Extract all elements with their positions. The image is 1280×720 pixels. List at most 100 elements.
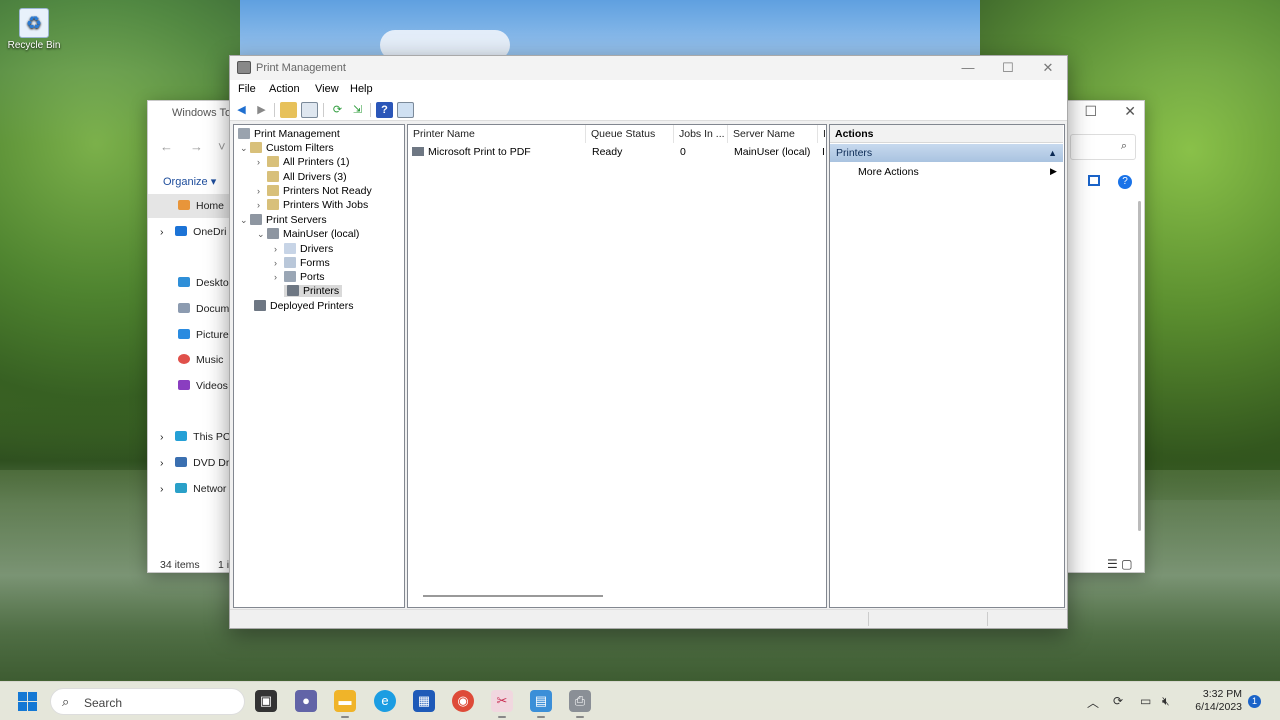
jobs-cell: 0 [680, 146, 686, 158]
show-action-pane-icon[interactable] [397, 102, 414, 118]
menu-help[interactable]: Help [350, 83, 373, 95]
column-extra[interactable]: I [818, 125, 828, 143]
tree-all-printers[interactable]: › All Printers (1) [257, 155, 350, 169]
tree-custom-filters[interactable]: ⌄ Custom Filters [240, 141, 334, 155]
chevron-down-icon[interactable]: ⌄ [257, 227, 267, 241]
tree-server-mainuser[interactable]: ⌄ MainUser (local) [257, 227, 359, 241]
notification-badge[interactable]: 1 [1248, 695, 1261, 708]
sidebar-item-onedrive[interactable]: › OneDri [160, 226, 226, 238]
print-management-icon [237, 61, 251, 74]
sidebar-item-network[interactable]: › Networ [160, 483, 226, 495]
desktop-icon [178, 277, 190, 287]
sidebar-item-videos[interactable]: Videos [178, 380, 228, 392]
tree-pane[interactable]: Print Management ⌄ Custom Filters › All Pr… [233, 124, 405, 608]
tree-printers-with-jobs[interactable]: › Printers With Jobs [257, 198, 368, 212]
chevron-down-icon[interactable]: ⌄ [240, 213, 250, 227]
sidebar-item-dvd[interactable]: › DVD Dr [160, 457, 229, 469]
clock[interactable]: 3:32 PM 6/14/2023 [1190, 688, 1242, 714]
chevron-right-icon[interactable]: › [274, 256, 284, 270]
windows-logo-icon [18, 692, 27, 701]
server-icon [250, 214, 262, 225]
explorer-controls[interactable]: ☐ ✕ [1084, 103, 1136, 120]
column-queue-status[interactable]: Queue Status [586, 125, 674, 143]
printer-list-pane[interactable]: Printer Name Queue Status Jobs In ... Se… [407, 124, 827, 608]
back-icon[interactable]: ← [160, 139, 173, 154]
port-icon [284, 271, 296, 282]
taskbar-search[interactable]: ⌕ Search [50, 688, 245, 715]
chat-icon[interactable]: ● [295, 690, 317, 712]
tree-ports[interactable]: › Ports [274, 270, 325, 284]
collapse-arrow-icon[interactable]: ▲ [1048, 144, 1057, 162]
task-view-icon[interactable]: ▣ [255, 690, 277, 712]
column-server-name[interactable]: Server Name [728, 125, 818, 143]
organize-button[interactable]: Organize ▾ [163, 175, 216, 188]
actions-header: Actions [830, 125, 1063, 143]
horizontal-scrollbar[interactable] [423, 595, 603, 597]
chevron-right-icon[interactable]: › [257, 198, 267, 212]
chevron-up-icon[interactable]: ︿ [1087, 694, 1099, 711]
menu-action[interactable]: Action [269, 83, 300, 95]
help-icon[interactable]: ? [376, 102, 393, 118]
menu-file[interactable]: File [238, 83, 256, 95]
explorer-status-count: 34 items [160, 559, 200, 571]
search-icon: ⌕ [62, 694, 70, 709]
tree-root[interactable]: Print Management [238, 127, 340, 141]
chevron-down-icon[interactable]: ⌄ [240, 141, 250, 155]
maximize-button[interactable]: ☐ [988, 58, 1028, 78]
column-jobs[interactable]: Jobs In ... [674, 125, 728, 143]
forward-icon[interactable]: → [190, 139, 203, 154]
actions-section-printers[interactable]: Printers ▲ [830, 144, 1063, 162]
sidebar-item-this-pc[interactable]: › This PC [160, 431, 231, 443]
sidebar-item-desktop[interactable]: Desktop [178, 277, 235, 289]
tree-drivers[interactable]: › Drivers [274, 242, 333, 256]
control-panel-icon[interactable]: ▤ [530, 690, 552, 718]
show-hide-tree-icon[interactable] [301, 102, 318, 118]
close-button[interactable]: ✕ [1028, 58, 1068, 78]
refresh-icon[interactable]: ⟳ [329, 102, 346, 118]
tree-forms[interactable]: › Forms [274, 256, 330, 270]
tree-printers-not-ready[interactable]: › Printers Not Ready [257, 184, 372, 198]
details-pane-icon[interactable] [1088, 175, 1100, 186]
forward-arrow-icon[interactable]: ▶ [253, 102, 270, 118]
chevron-right-icon[interactable]: › [274, 270, 284, 284]
more-actions-item[interactable]: More Actions ▶ [858, 166, 1057, 178]
network-icon[interactable]: ▭ [1140, 694, 1151, 708]
start-button[interactable] [18, 692, 38, 712]
store-icon[interactable]: ▦ [413, 690, 435, 712]
view-toggle-icons[interactable]: ☰ ▢ [1107, 557, 1132, 571]
back-arrow-icon[interactable]: ◀ [233, 102, 250, 118]
title-bar[interactable]: Print Management — ☐ ✕ [230, 56, 1067, 80]
minimize-button[interactable]: — [948, 58, 988, 78]
help-icon[interactable]: ? [1118, 175, 1132, 189]
print-management-taskbar-icon[interactable]: ⎙ [569, 690, 591, 718]
column-printer-name[interactable]: Printer Name [408, 125, 586, 143]
tree-printers[interactable]: Printers [284, 284, 343, 298]
chevron-right-icon[interactable]: › [257, 155, 267, 169]
volume-mute-icon[interactable]: 🔇︎ [1162, 694, 1170, 709]
explorer-search[interactable]: ⌕ [1070, 134, 1136, 160]
chevron-right-icon[interactable]: › [257, 184, 267, 198]
update-icon[interactable]: ⟳ [1113, 694, 1123, 708]
explorer-scrollbar[interactable] [1138, 201, 1141, 531]
chrome-icon[interactable]: ◉ [452, 690, 474, 712]
chevron-right-icon[interactable]: › [274, 242, 284, 256]
up-folder-icon[interactable] [280, 102, 297, 118]
file-explorer-icon[interactable]: ▬ [334, 690, 356, 718]
sidebar-item-home[interactable]: Home [178, 200, 224, 212]
tree-all-drivers[interactable]: All Drivers (3) [257, 170, 347, 184]
print-management-window[interactable]: Print Management — ☐ ✕ File Action View … [229, 55, 1068, 629]
chevron-down-icon[interactable]: ˅ [218, 139, 226, 154]
sidebar-item-pictures[interactable]: Picture [178, 329, 229, 341]
export-list-icon[interactable]: ⇲ [349, 102, 366, 118]
sidebar-item-documents[interactable]: Docum [178, 303, 229, 315]
tree-print-servers[interactable]: ⌄ Print Servers [240, 213, 327, 227]
filter-icon [267, 185, 279, 196]
recycle-bin-shortcut[interactable]: ♻ Recycle Bin [6, 8, 62, 51]
filter-icon [267, 171, 279, 182]
snipping-tool-icon[interactable]: ✂ [491, 690, 513, 718]
sidebar-item-music[interactable]: Music [178, 354, 223, 366]
tree-deployed-printers[interactable]: Deployed Printers [254, 299, 353, 313]
menu-view[interactable]: View [315, 83, 339, 95]
edge-icon[interactable]: e [374, 690, 396, 712]
submenu-arrow-icon: ▶ [1050, 166, 1057, 176]
